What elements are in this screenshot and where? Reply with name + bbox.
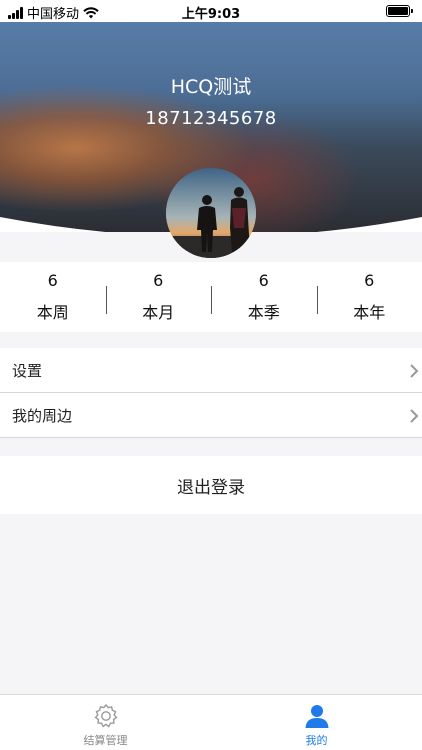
stat-month-label: 本月 (142, 303, 175, 322)
gear-icon (94, 703, 117, 728)
battery-icon (386, 5, 413, 17)
chevron-right-icon (410, 364, 419, 378)
tab-settlement[interactable]: 结算管理 (0, 695, 211, 750)
tab-mine[interactable]: 我的 (211, 695, 422, 750)
stat-quarter: 6 本季 (211, 262, 317, 332)
tab-bar: 结算管理 我的 (0, 694, 422, 750)
menu-item-settings-label: 设置 (12, 361, 43, 380)
stat-week: 6 本周 (0, 262, 106, 332)
stat-week-value: 6 (47, 271, 58, 290)
menu-list: 设置 我的周边 (0, 348, 422, 438)
user-name: HCQ测试 (170, 76, 252, 98)
avatar-image (166, 168, 256, 258)
stats-row: 6 本周 6 本月 6 本季 6 本年 (0, 262, 422, 332)
tab-mine-label: 我的 (305, 734, 328, 747)
person-icon (305, 705, 328, 728)
status-bar: 中国移动 上午9:03 (0, 0, 422, 22)
menu-item-nearby[interactable]: 我的周边 (0, 393, 422, 438)
stat-month-value: 6 (153, 271, 164, 290)
user-phone: 18712345678 (145, 108, 277, 129)
chevron-right-icon (410, 409, 419, 423)
logout-label: 退出登录 (177, 477, 245, 498)
stat-month: 6 本月 (105, 262, 212, 332)
stat-year-value: 6 (364, 271, 375, 290)
status-time: 上午9:03 (181, 7, 241, 22)
tab-settlement-label: 结算管理 (83, 734, 128, 747)
menu-item-settings[interactable]: 设置 (0, 348, 422, 393)
menu-item-nearby-label: 我的周边 (12, 406, 73, 425)
stat-quarter-label: 本季 (247, 303, 280, 322)
logout-button[interactable]: 退出登录 (0, 456, 422, 514)
stat-year: 6 本年 (316, 262, 422, 332)
stat-week-label: 本周 (36, 303, 69, 322)
avatar[interactable] (166, 168, 256, 258)
stat-year-label: 本年 (353, 303, 386, 322)
stat-quarter-value: 6 (258, 271, 269, 290)
